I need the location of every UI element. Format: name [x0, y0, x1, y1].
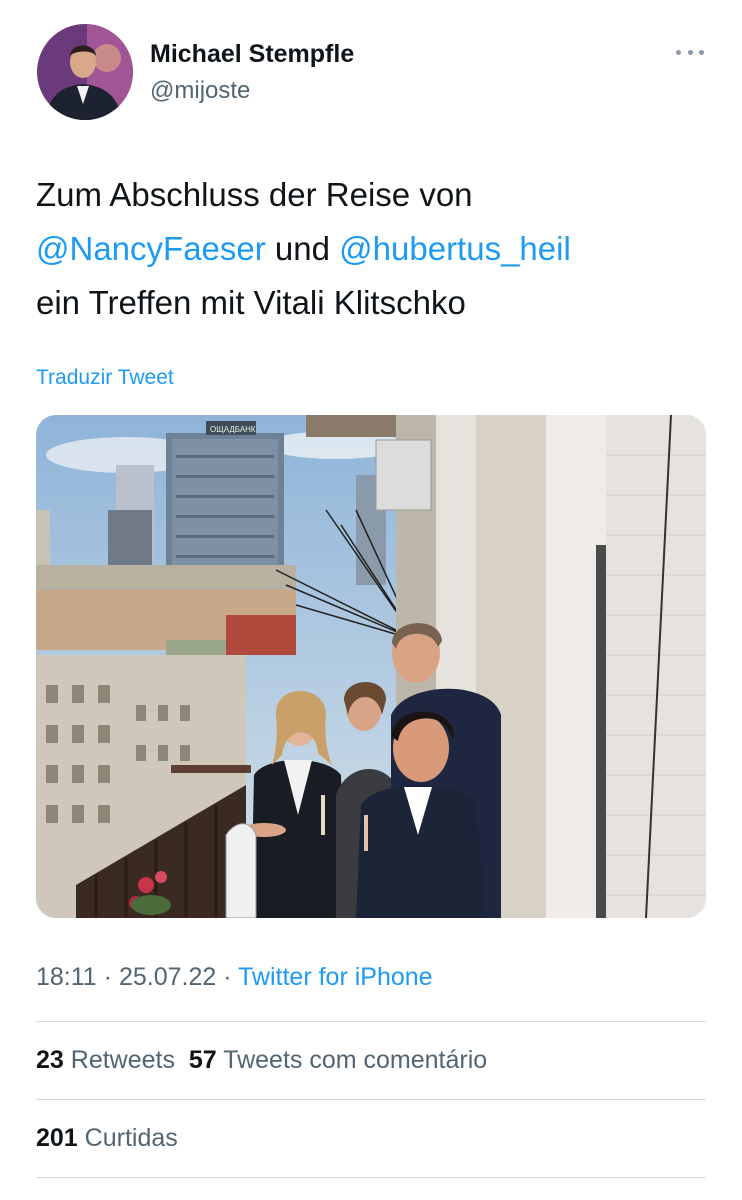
retweets-label: Retweets [70, 1046, 175, 1074]
translate-tweet-link[interactable]: Traduzir Tweet [36, 366, 174, 390]
meta-separator-1: · [96, 963, 119, 991]
meta-separator-2: · [216, 963, 239, 991]
likes-count: 201 [36, 1124, 78, 1152]
tweet-line-1: Zum Abschluss der Reise von [36, 176, 473, 213]
likes-label: Curtidas [84, 1124, 178, 1152]
mention-hubertus-heil-link[interactable]: @hubertus_heil [339, 230, 571, 267]
retweets-stat[interactable]: 23 Retweets [36, 1046, 175, 1074]
tweet-photo[interactable]: OЩАДБАНК [36, 415, 706, 918]
tweet-date[interactable]: 25.07.22 [119, 963, 216, 991]
tweet-line-2: @NancyFaeser und @hubertus_heil [36, 222, 696, 276]
building-sign: OЩАДБАНК [210, 425, 256, 434]
tweet-source-link[interactable]: Twitter for iPhone [238, 963, 433, 991]
balcony-photo: OЩАДБАНК [36, 415, 706, 918]
tweet-line-3: ein Treffen mit Vitali Klitschko [36, 284, 466, 321]
tweet-text: Zum Abschluss der Reise von @NancyFaeser… [36, 168, 696, 330]
author-handle[interactable]: @mijoste [150, 77, 250, 105]
tweet-meta: 18:11 · 25.07.22 · Twitter for iPhone [36, 963, 433, 992]
divider [36, 1021, 706, 1022]
author-avatar[interactable] [37, 24, 133, 120]
more-options-icon[interactable] [676, 40, 704, 64]
tweet-time[interactable]: 18:11 [36, 963, 97, 991]
profile-photo [37, 24, 133, 120]
author-name[interactable]: Michael Stempfle [150, 40, 354, 69]
divider [36, 1177, 706, 1178]
quotes-count: 57 [188, 1046, 217, 1074]
likes-stats[interactable]: 201 Curtidas [36, 1124, 178, 1153]
tweet-connector: und [265, 230, 340, 267]
retweet-stats: 23 Retweets 57 Tweets com comentário [36, 1046, 487, 1075]
quotes-label: Tweets com comentário [223, 1046, 488, 1074]
retweets-count: 23 [36, 1046, 64, 1074]
quotes-stat[interactable]: 57 Tweets com comentário [189, 1046, 487, 1074]
mention-nancyfaeser-link[interactable]: @NancyFaeser [36, 230, 266, 267]
divider [36, 1099, 706, 1100]
